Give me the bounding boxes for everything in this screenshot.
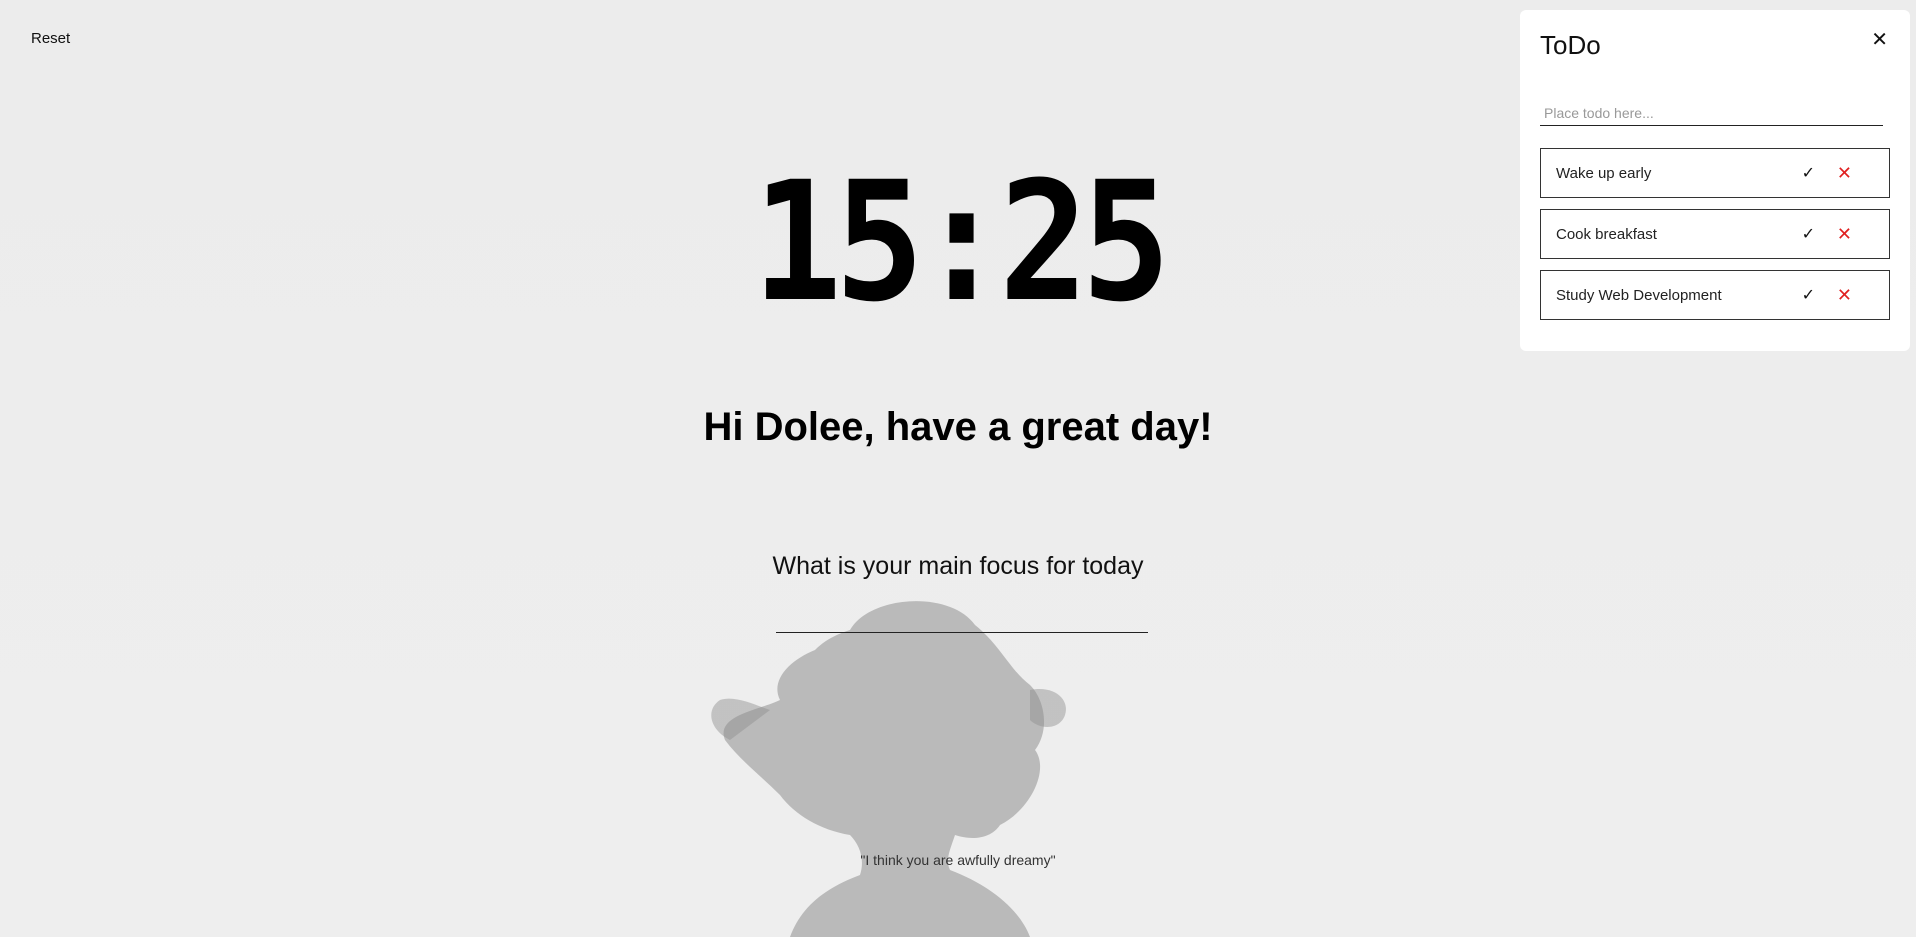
todo-item: Wake up early ✓ ✕ (1540, 148, 1890, 198)
delete-icon[interactable]: ✕ (1837, 163, 1852, 184)
todo-item: Cook breakfast ✓ ✕ (1540, 209, 1890, 259)
todo-list: Wake up early ✓ ✕ Cook breakfast ✓ ✕ Stu… (1540, 148, 1890, 331)
todo-item-label: Wake up early (1556, 164, 1652, 182)
check-icon[interactable]: ✓ (1802, 163, 1815, 183)
todo-title: ToDo (1540, 30, 1601, 60)
check-icon[interactable]: ✓ (1802, 285, 1815, 305)
background-figure-image (711, 601, 1066, 937)
close-icon[interactable]: ✕ (1871, 30, 1888, 50)
delete-icon[interactable]: ✕ (1837, 224, 1852, 245)
check-icon[interactable]: ✓ (1802, 224, 1815, 244)
todo-item: Study Web Development ✓ ✕ (1540, 270, 1890, 320)
todo-panel: ToDo ✕ Wake up early ✓ ✕ Cook breakfast … (1520, 10, 1910, 351)
todo-item-label: Cook breakfast (1556, 225, 1657, 243)
delete-icon[interactable]: ✕ (1837, 285, 1852, 306)
focus-input[interactable] (776, 600, 1148, 633)
todo-input[interactable] (1540, 100, 1883, 126)
quote-text: "I think you are awfully dreamy" (860, 852, 1056, 868)
reset-button[interactable]: Reset (31, 30, 70, 47)
focus-question: What is your main focus for today (772, 552, 1144, 580)
greeting-text: Hi Dolee, have a great day! (703, 405, 1213, 449)
todo-item-label: Study Web Development (1556, 286, 1722, 304)
